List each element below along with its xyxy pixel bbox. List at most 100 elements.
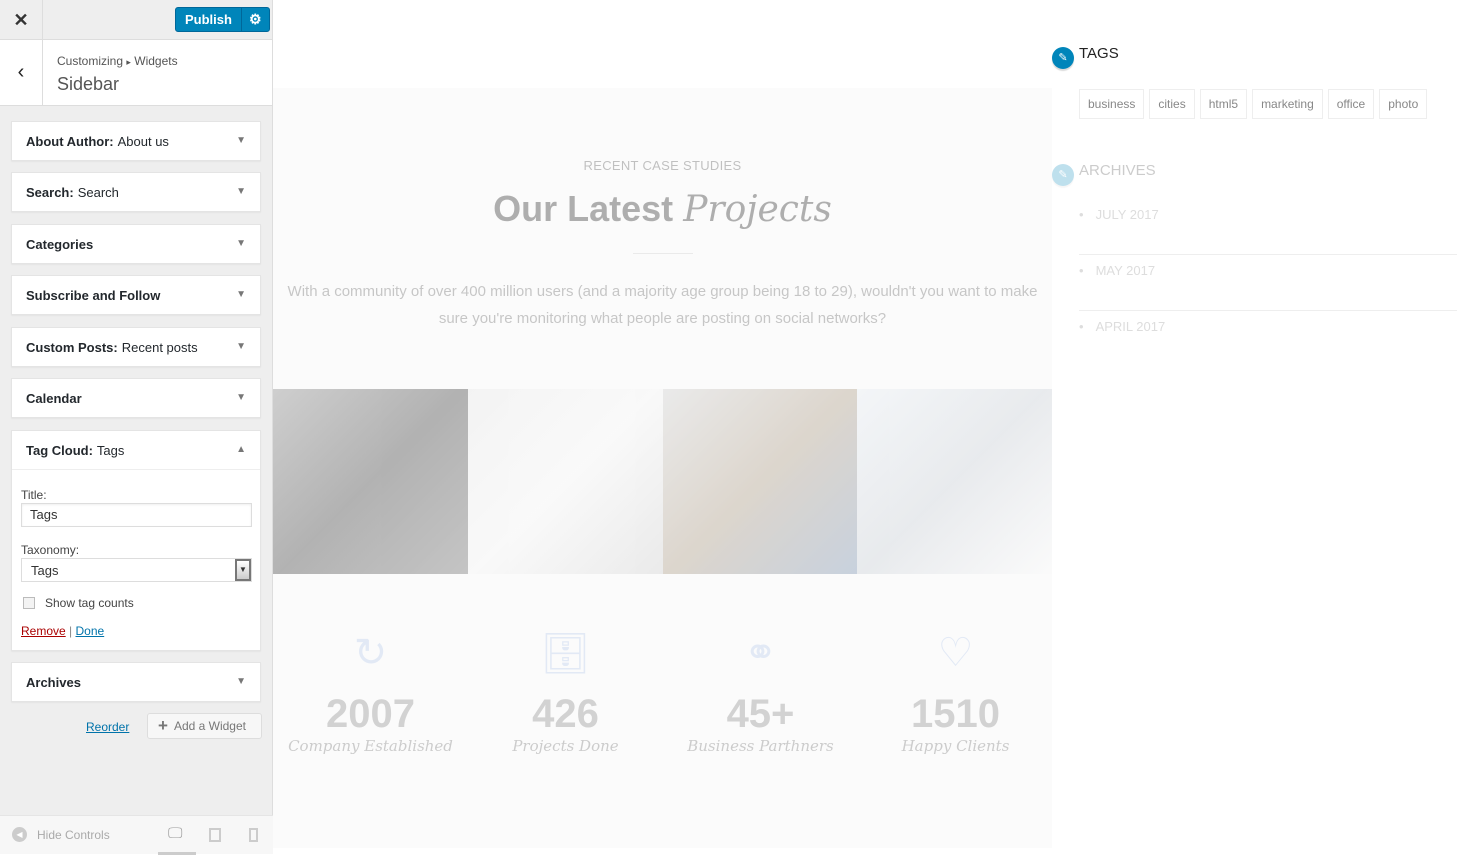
archives-widget-title: ARCHIVES — [1079, 162, 1156, 179]
widget-search: Search: Search ▼ — [11, 172, 261, 212]
project-photo[interactable] — [857, 389, 1052, 574]
dropdown-arrow-icon[interactable]: ▼ — [235, 559, 251, 581]
breadcrumb: ‹ Customizing ▸ Widgets Sidebar — [0, 40, 272, 106]
plus-icon: + — [158, 716, 168, 735]
stat-item: ⚭ 45+ Business Parthners — [663, 630, 858, 755]
collapse-arrow-icon: ◀ — [12, 827, 27, 842]
archive-link[interactable]: APRIL 2017 — [1096, 319, 1166, 334]
widget-type: Tag Cloud: — [26, 442, 93, 458]
file-cabinet-icon: 🗄 — [540, 632, 591, 676]
back-chevron-icon[interactable]: ‹ — [0, 40, 43, 105]
widget-header[interactable]: Custom Posts: Recent posts ▼ — [12, 328, 260, 366]
link-separator: | — [69, 624, 73, 638]
checkbox-label: Show tag counts — [45, 596, 134, 610]
gear-icon[interactable]: ⚙ — [240, 8, 269, 31]
widget-header[interactable]: Categories ▼ — [12, 225, 260, 263]
tag-link[interactable]: html5 — [1199, 89, 1248, 119]
arrow-up-icon: ▲ — [236, 444, 246, 455]
widget-categories: Categories ▼ — [11, 224, 261, 264]
arrow-down-icon: ▼ — [236, 186, 246, 197]
widget-title: About us — [117, 133, 169, 149]
tag-link[interactable]: business — [1079, 89, 1145, 119]
arrow-down-icon: ▼ — [236, 289, 246, 300]
site-preview: RECENT CASE STUDIES Our Latest Projects … — [273, 0, 1471, 854]
archive-item[interactable]: • APRIL 2017 — [1079, 311, 1457, 367]
section-heading: Our Latest Projects — [273, 188, 1052, 230]
close-icon[interactable]: ✕ — [0, 0, 43, 40]
breadcrumb-root: Customizing — [57, 54, 124, 68]
widget-type: Search: — [26, 184, 74, 200]
stat-number: 1510 — [911, 692, 1000, 736]
customizer-footer: ◀ Hide Controls 🖵 — [0, 815, 273, 855]
stat-item: ↻ 2007 Company Established — [273, 630, 468, 755]
widget-header[interactable]: Subscribe and Follow ▼ — [12, 276, 260, 314]
archive-link[interactable]: JULY 2017 — [1096, 207, 1159, 222]
tablet-icon[interactable] — [209, 828, 221, 842]
arrow-down-icon: ▼ — [236, 135, 246, 146]
publish-button-group: Publish ⚙ — [175, 7, 270, 32]
archive-item[interactable]: • JULY 2017 — [1079, 199, 1457, 255]
stat-number: 426 — [532, 692, 599, 736]
arrow-down-icon: ▼ — [236, 238, 246, 249]
stat-caption: Company Established — [288, 737, 453, 755]
edit-pencil-icon[interactable]: ✎ — [1052, 164, 1074, 186]
tag-link[interactable]: photo — [1379, 89, 1428, 119]
widget-title: Recent posts — [121, 339, 198, 355]
taxonomy-value: Tags — [31, 563, 59, 578]
hide-controls-button[interactable]: ◀ Hide Controls — [12, 827, 110, 842]
mobile-icon[interactable] — [249, 828, 258, 842]
widget-header[interactable]: Archives ▼ — [12, 663, 260, 701]
widget-header[interactable]: Tag Cloud: Tags ▲ — [12, 431, 260, 469]
widget-title: Tags — [96, 442, 125, 458]
stat-item: 🗄 426 Projects Done — [468, 630, 663, 755]
tag-link[interactable]: marketing — [1252, 89, 1323, 119]
desktop-icon[interactable]: 🖵 — [168, 825, 182, 842]
customizer-sidebar: ✕ Publish ⚙ ‹ Customizing ▸ Widgets Side… — [0, 0, 273, 855]
page-title: Sidebar — [57, 74, 120, 94]
project-photo[interactable] — [273, 389, 468, 574]
partners-icon: ⚭ — [743, 631, 778, 675]
widget-type: Archives — [26, 674, 81, 690]
edit-pencil-icon[interactable]: ✎ — [1052, 47, 1074, 69]
widget-custom-posts: Custom Posts: Recent posts ▼ — [11, 327, 261, 367]
done-link[interactable]: Done — [76, 624, 105, 638]
tag-link[interactable]: cities — [1149, 89, 1195, 119]
stat-number: 45+ — [726, 692, 795, 736]
stat-item: ♡ 1510 Happy Clients — [858, 630, 1053, 755]
stat-caption: Projects Done — [512, 737, 619, 755]
widget-type: Categories — [26, 236, 94, 252]
breadcrumb-separator: ▸ — [126, 57, 131, 67]
tags-widget-title: TAGS — [1079, 45, 1119, 62]
arrow-down-icon: ▼ — [236, 341, 246, 352]
project-photo[interactable] — [467, 389, 663, 574]
show-tag-counts-checkbox[interactable]: Show tag counts — [21, 596, 251, 610]
heading-italic: Projects — [683, 189, 832, 230]
title-input[interactable]: Tags — [21, 503, 252, 527]
widget-header[interactable]: Calendar ▼ — [12, 379, 260, 417]
stat-number: 2007 — [326, 692, 415, 736]
widget-type: Subscribe and Follow — [26, 287, 161, 303]
checkbox-icon[interactable] — [23, 597, 35, 609]
remove-link[interactable]: Remove — [21, 624, 66, 638]
section-description: With a community of over 400 million use… — [287, 283, 1038, 327]
hide-controls-label: Hide Controls — [37, 827, 110, 842]
customizer-header: ✕ Publish ⚙ — [0, 0, 272, 40]
widget-type: Calendar — [26, 390, 82, 406]
widget-about-author: About Author: About us ▼ — [11, 121, 261, 161]
archive-link[interactable]: MAY 2017 — [1096, 263, 1156, 278]
widget-header[interactable]: About Author: About us ▼ — [12, 122, 260, 160]
project-photo[interactable] — [662, 389, 858, 574]
stat-caption: Happy Clients — [901, 737, 1010, 755]
archive-item[interactable]: • MAY 2017 — [1079, 255, 1457, 311]
widget-title: Search — [77, 184, 119, 200]
stat-caption: Business Parthners — [687, 737, 834, 755]
title-label: Title: — [21, 488, 47, 502]
add-widget-button[interactable]: + Add a Widget — [147, 713, 262, 739]
reorder-link[interactable]: Reorder — [86, 720, 129, 734]
widget-archives: Archives ▼ — [11, 662, 261, 702]
taxonomy-select[interactable]: Tags ▼ — [21, 558, 252, 582]
tag-link[interactable]: office — [1327, 89, 1375, 119]
widget-header[interactable]: Search: Search ▼ — [12, 173, 260, 211]
arrow-down-icon: ▼ — [236, 392, 246, 403]
publish-button[interactable]: Publish — [176, 8, 241, 31]
